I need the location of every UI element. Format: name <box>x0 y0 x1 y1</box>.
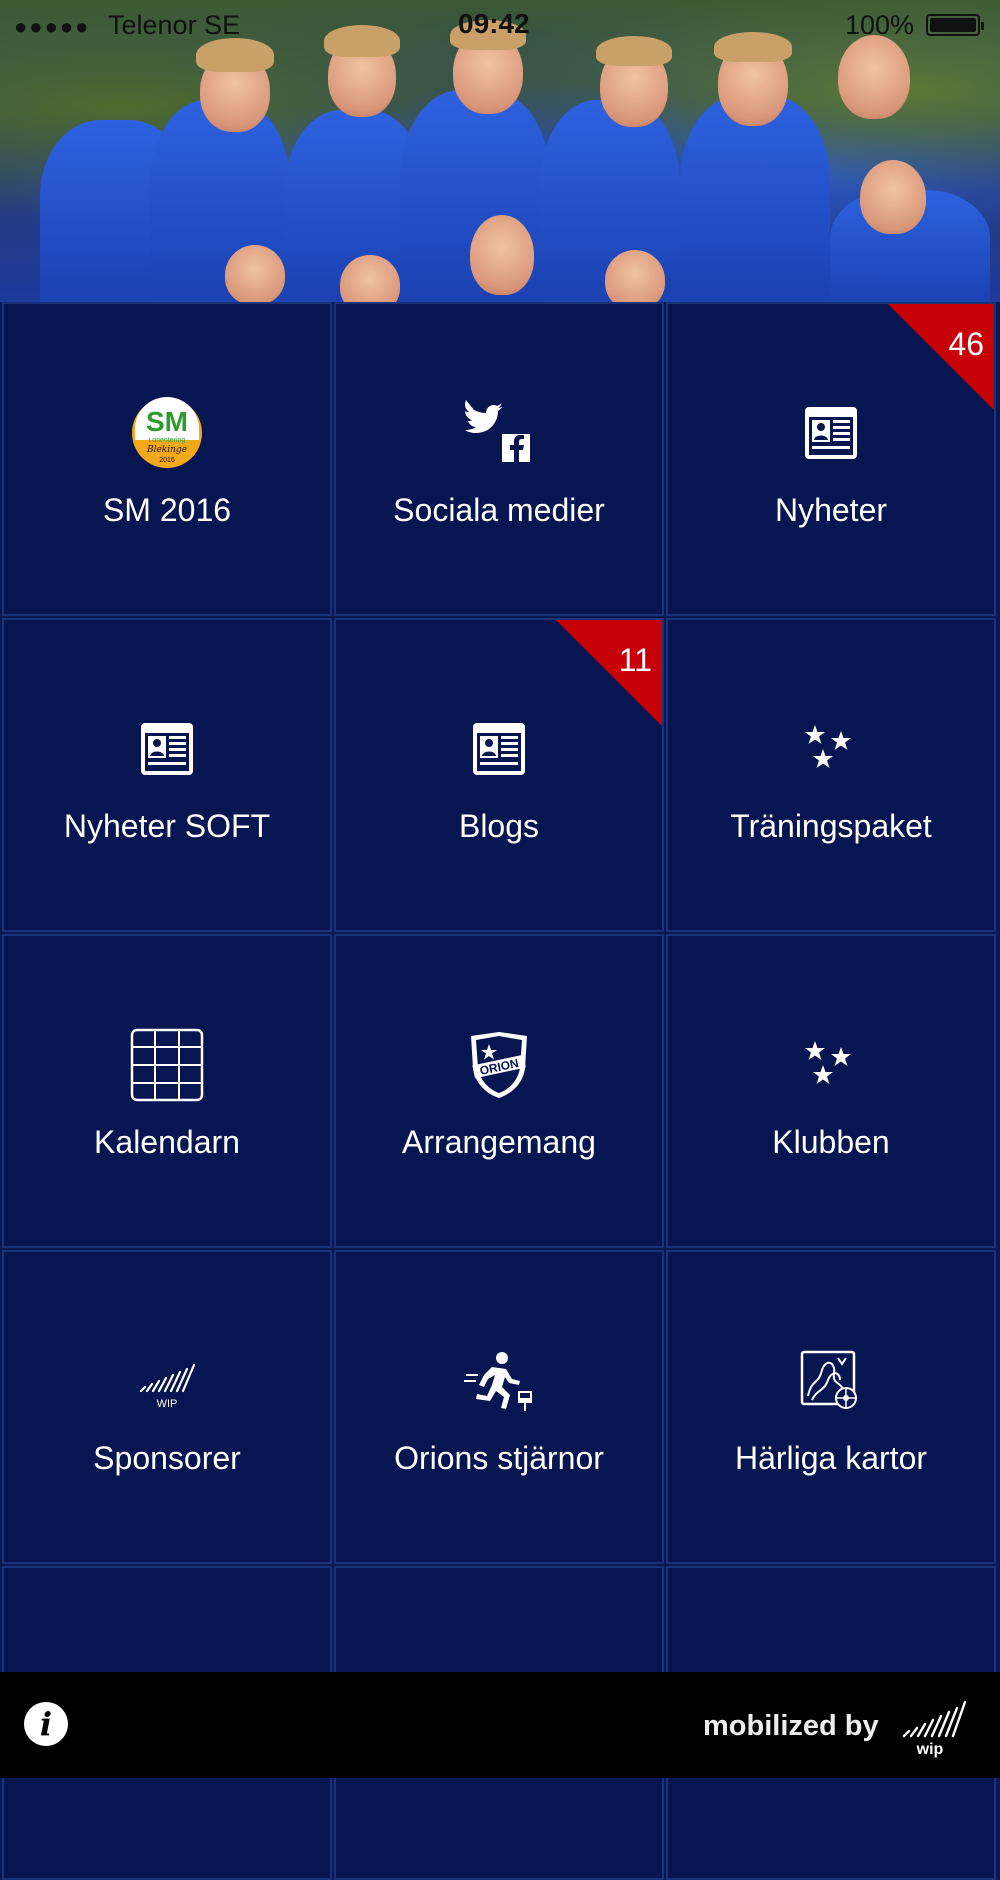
battery-percent: 100% <box>845 10 915 40</box>
tile-label: Arrangemang <box>402 1124 596 1160</box>
footer-bar: i mobilized by wip <box>0 1672 1000 1778</box>
svg-text:SM: SM <box>146 406 188 437</box>
notification-badge: 46 <box>886 304 994 412</box>
svg-text:2016: 2016 <box>159 457 175 464</box>
sm-2016-logo-icon: SM i orientering Blekinge 2016 <box>130 396 204 470</box>
notification-badge: 11 <box>554 620 662 728</box>
tile-label: SM 2016 <box>102 492 232 528</box>
tile-kalendarn[interactable]: Kalendarn <box>2 934 332 1248</box>
tile-harliga-kartor[interactable]: Härliga kartor <box>666 1250 996 1564</box>
tile-sociala-medier[interactable]: Sociala medier <box>334 302 664 616</box>
tile-label: Klubben <box>772 1124 890 1160</box>
tile-label: Sociala medier <box>393 492 605 528</box>
battery-icon <box>926 14 984 36</box>
tile-label: Orions stjärnor <box>394 1440 604 1476</box>
tile-label: Kalendarn <box>94 1124 240 1160</box>
clock: 09:42 <box>458 8 530 39</box>
tile-label: Sponsorer <box>93 1440 241 1476</box>
newspaper-icon <box>794 396 868 470</box>
tile-sponsorer[interactable]: WIP Sponsorer <box>2 1250 332 1564</box>
wip-logo-icon[interactable]: wip <box>900 1692 972 1758</box>
tile-arrangemang[interactable]: ORION Arrangemang <box>334 934 664 1248</box>
tile-nyheter[interactable]: Nyheter 46 <box>666 302 996 616</box>
tile-label: Nyheter SOFT <box>63 808 271 844</box>
tile-label: Träningspaket <box>730 808 932 844</box>
orion-shield-icon: ORION <box>462 1028 536 1102</box>
newspaper-icon <box>130 712 204 786</box>
stars-icon <box>794 1028 868 1102</box>
svg-text:i orientering: i orientering <box>149 437 186 444</box>
tile-label: Blogs <box>458 808 540 844</box>
mobilized-by-text: mobilized by <box>703 1710 879 1742</box>
tile-klubben[interactable]: Klubben <box>666 934 996 1248</box>
tile-label: Nyheter <box>774 492 888 528</box>
tile-traningspaket[interactable]: Träningspaket <box>666 618 996 932</box>
menu-grid: SM i orientering Blekinge 2016 SM 2016 S… <box>0 302 1000 1880</box>
tile-orions-stjarnor[interactable]: Orions stjärnor <box>334 1250 664 1564</box>
info-icon[interactable]: i <box>24 1702 68 1746</box>
signal-strength-icon: ●●●●● <box>14 14 91 39</box>
tile-nyheter-soft[interactable]: Nyheter SOFT <box>2 618 332 932</box>
status-bar: ●●●●● Telenor SE 09:42 100% <box>0 0 1000 50</box>
newspaper-icon <box>462 712 536 786</box>
svg-text:WIP: WIP <box>157 1398 178 1410</box>
carrier-name: Telenor SE <box>108 10 241 40</box>
svg-text:wip: wip <box>916 1741 944 1758</box>
svg-text:Blekinge: Blekinge <box>146 445 187 455</box>
badge-count: 46 <box>948 326 984 362</box>
calendar-grid-icon <box>130 1028 204 1102</box>
tile-label: Härliga kartor <box>734 1440 928 1476</box>
tile-blogs[interactable]: Blogs 11 <box>334 618 664 932</box>
wip-logo-icon: WIP <box>130 1344 204 1418</box>
orienteering-map-icon <box>794 1344 868 1418</box>
tile-sm-2016[interactable]: SM i orientering Blekinge 2016 SM 2016 <box>2 302 332 616</box>
stars-icon <box>794 712 868 786</box>
runner-icon <box>462 1344 536 1418</box>
badge-count: 11 <box>618 642 652 678</box>
twitter-facebook-icon <box>462 396 536 470</box>
